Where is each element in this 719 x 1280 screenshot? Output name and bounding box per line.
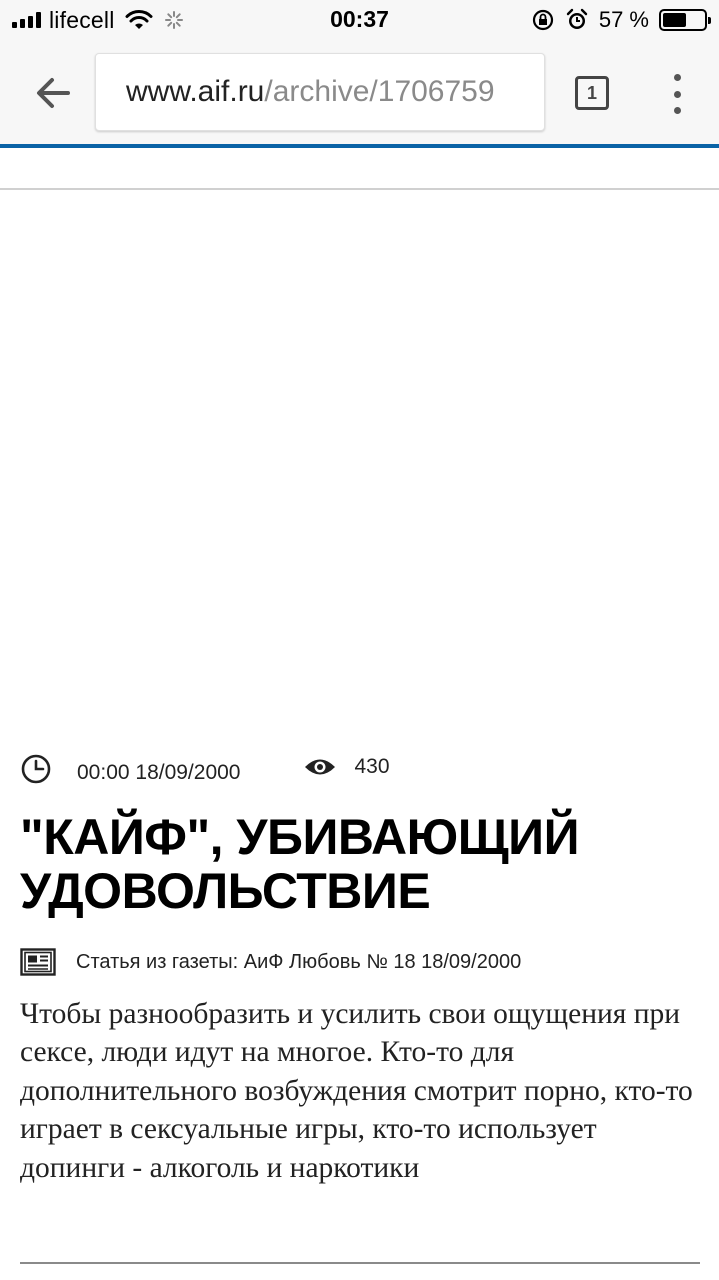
eye-icon (304, 759, 335, 775)
divider (20, 1262, 700, 1264)
article-title: "КАЙФ", УБИВАЮЩИЙ УДОВОЛЬСТВИЕ (20, 809, 580, 919)
back-arrow-icon[interactable] (32, 72, 74, 114)
article-date: 00:00 18/09/2000 (77, 761, 241, 784)
battery-level-fill (663, 13, 686, 27)
battery-percent: 57 % (598, 7, 649, 32)
alarm-icon (566, 8, 588, 29)
status-bar: lifecell 00:37 57 % (0, 0, 719, 40)
newspaper-icon (20, 948, 56, 976)
ad-placeholder (0, 192, 719, 737)
status-right: 57 % (531, 6, 711, 34)
article-lead: Чтобы разнообразить и усилить свои ощуще… (20, 998, 693, 1184)
view-count: 430 (354, 755, 390, 778)
address-bar[interactable]: www.aif.ru/archive/1706759 (95, 53, 545, 131)
battery-icon (659, 9, 711, 31)
article-source: Статья из газеты: АиФ Любовь № 18 18/09/… (20, 944, 521, 980)
source-label: Статья из газеты: АиФ Любовь № 18 18/09/… (76, 950, 522, 973)
site-nav-strip (0, 144, 719, 190)
article-meta: 00:00 18/09/2000 430 (20, 748, 390, 790)
site-header-accent-bar (0, 144, 719, 148)
clock-icon (21, 754, 51, 784)
url-path: /archive/1706759 (264, 75, 495, 108)
url-host: www.aif.ru (126, 75, 265, 108)
rotation-lock-icon (532, 9, 553, 31)
more-menu-icon[interactable] (668, 74, 686, 114)
tab-count: 1 (586, 82, 597, 103)
tabs-button[interactable]: 1 (575, 76, 609, 110)
browser-toolbar: www.aif.ru/archive/1706759 1 (0, 40, 719, 144)
